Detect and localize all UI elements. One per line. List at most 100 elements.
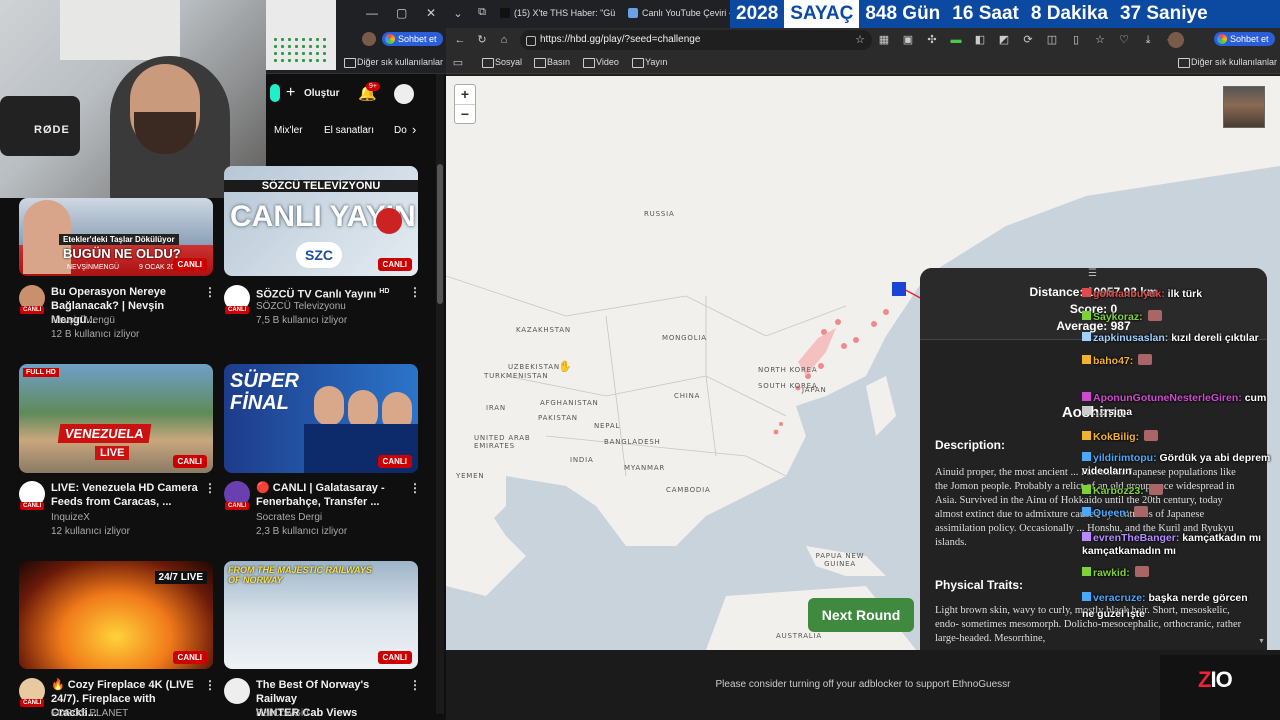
chip-mixes[interactable]: Mix'ler <box>274 125 303 136</box>
result-panel: ☰ Distance: 10057.93 km Score: 0 Average… <box>920 268 1267 650</box>
refresh-icon[interactable]: ↻ <box>476 34 488 46</box>
account-avatar[interactable] <box>394 84 414 104</box>
viewer-count: 2,3 B kullanıcı izliyor <box>256 526 348 537</box>
channel-name[interactable]: RailCowGirl <box>256 707 309 720</box>
drag-handle-icon[interactable]: ☰ <box>1088 268 1097 279</box>
traits-text: Light brown skin, wavy to curly, mostly … <box>935 605 1242 644</box>
countdown-hours: 16 Saat <box>952 3 1019 24</box>
more-vert-icon[interactable]: ⋮ <box>409 678 421 692</box>
video-thumbnail[interactable]: SÜPER FİNAL CANLI <box>224 364 418 473</box>
map-label: MONGOLIA <box>662 334 707 342</box>
downloads-icon[interactable]: ⤓ <box>1142 34 1154 46</box>
home-icon[interactable]: ⌂ <box>498 34 510 46</box>
play-icon <box>376 208 402 234</box>
category-chips: Mix'ler El sanatları Do › <box>266 116 436 146</box>
channel-name[interactable]: Nevşin Mengü <box>51 314 115 328</box>
more-vert-icon[interactable]: ⋮ <box>409 285 421 299</box>
avatar[interactable]: CANLI <box>19 481 45 510</box>
channel-name[interactable]: Socrates Dergi <box>256 511 322 525</box>
star-icon[interactable]: ☆ <box>854 34 866 46</box>
video-thumbnail[interactable]: SÖZCÜ TELEVİZYONU CANLI YAYIN SZC CANLI <box>224 166 418 276</box>
profile-avatar[interactable] <box>1168 32 1184 48</box>
create-button[interactable]: Oluştur <box>304 88 340 99</box>
bookmark-yayin[interactable]: Yayın <box>632 57 667 68</box>
live-badge: CANLI <box>172 258 207 271</box>
map-label: BANGLADESH <box>604 438 661 446</box>
tab-strip: ⌄ ⧉ (15) X'te THS Haber: "Gü Canlı YouTu… <box>446 0 1280 28</box>
minimize-button[interactable]: — <box>366 6 378 20</box>
countdown-overlay: 2028 SAYAÇ 848 Gün 16 Saat 8 Dakika 37 S… <box>730 0 1280 28</box>
extension-icon[interactable]: ◧ <box>974 34 986 46</box>
bookmark-other-favorites[interactable]: Diğer sık kullanılanlar <box>1178 57 1277 68</box>
bookmark-other-favorites[interactable]: Diğer sık kullanılanlar <box>344 57 443 68</box>
yt-header: + Oluştur 🔔 9+ <box>266 74 436 114</box>
more-vert-icon[interactable]: ⋮ <box>204 678 216 692</box>
ethnic-group-name: Aoshima <box>1061 404 1126 421</box>
bookmark-basin[interactable]: Basın <box>534 57 570 68</box>
video-thumbnail[interactable]: Etekler'deki Taşlar Dökülüyor BUGÜN NE O… <box>19 198 213 276</box>
favorites-icon[interactable]: ☆ <box>1094 34 1106 46</box>
scroll-down-icon[interactable]: ▼ <box>1258 638 1265 645</box>
next-round-button[interactable]: Next Round <box>808 598 914 632</box>
extension-icon[interactable]: ▬ <box>950 34 962 46</box>
extension-icon[interactable]: ▣ <box>902 34 914 46</box>
channel-name[interactable]: SÖZCÜ Televizyonu <box>256 300 346 314</box>
more-vert-icon[interactable]: ⋮ <box>204 285 216 299</box>
live-badge: CANLI <box>377 651 412 664</box>
countdown-year: 2028 <box>736 3 779 24</box>
copilot-chat-chip[interactable]: Sohbet et <box>382 32 443 46</box>
extension-icon[interactable]: ▦ <box>878 34 890 46</box>
tab-youtube-translate[interactable]: Canlı YouTube Çeviri - A <box>624 4 730 24</box>
map-label: RUSSIA <box>644 210 675 218</box>
avatar[interactable]: CANLI <box>224 481 250 510</box>
video-thumbnail[interactable]: FROM THE MAJESTIC RAILWAYS OF NORWAY CAN… <box>224 561 418 669</box>
tab-x[interactable]: (15) X'te THS Haber: "Gü <box>496 4 616 24</box>
avatar[interactable]: CANLI <box>224 285 250 314</box>
score-text: Score: 0 <box>1069 302 1118 316</box>
map-label: KAZAKHSTAN <box>516 326 571 334</box>
video-title[interactable]: LIVE: Venezuela HD Camera Feeds from Cara… <box>51 481 201 509</box>
back-icon[interactable]: ← <box>454 34 466 46</box>
chevron-down-icon[interactable]: ⌄ <box>452 8 464 20</box>
url-input[interactable]: https://hbd.gg/play/?seed=challenge <box>520 30 872 50</box>
close-button[interactable]: ✕ <box>426 6 436 20</box>
collections-icon[interactable]: ♡ <box>1118 34 1130 46</box>
video-thumbnail[interactable]: 24/7 LIVE CANLI <box>19 561 213 669</box>
reading-list-icon[interactable]: ▭ <box>452 57 464 69</box>
chip-more[interactable]: Do <box>394 125 407 136</box>
split-screen-icon[interactable]: ◫ <box>1046 34 1058 46</box>
zoom-in-button[interactable]: + <box>455 85 475 104</box>
scrollbar[interactable] <box>436 74 444 714</box>
chevron-right-icon[interactable]: › <box>412 122 416 137</box>
channel-name[interactable]: InquizeX <box>51 511 90 525</box>
avatar[interactable]: CANLI <box>19 678 45 707</box>
maximize-button[interactable]: ▢ <box>396 6 407 20</box>
channel-name[interactable]: FOROS PLANET <box>51 707 128 720</box>
more-vert-icon[interactable]: ⋮ <box>409 481 421 495</box>
avatar[interactable] <box>224 678 250 704</box>
copilot-chat-chip[interactable]: Sohbet et <box>1214 32 1275 46</box>
extension-icon[interactable]: ◩ <box>998 34 1010 46</box>
sidebar-icon[interactable]: ▯ <box>1070 34 1082 46</box>
countdown-days: 848 Gün <box>865 3 941 24</box>
more-vert-icon[interactable]: ⋮ <box>204 481 216 495</box>
chip-crafts[interactable]: El sanatları <box>324 125 374 136</box>
subject-portrait[interactable] <box>1223 86 1265 128</box>
bookmark-sosyal[interactable]: Sosyal <box>482 57 522 68</box>
tab-actions-icon[interactable]: ⧉ <box>476 6 488 18</box>
bookmark-video[interactable]: Video <box>583 57 619 68</box>
description-text: Ainuid proper, the most ancient ... Pale… <box>935 467 1236 548</box>
search-icon[interactable] <box>270 84 280 102</box>
map-label: CAMBODIA <box>666 486 711 494</box>
profile-avatar[interactable] <box>362 32 376 46</box>
extension-icon[interactable]: ⟳ <box>1022 34 1034 46</box>
extension-icon[interactable]: ✣ <box>926 34 938 46</box>
zoom-out-button[interactable]: − <box>455 104 475 123</box>
video-title[interactable]: 🔴 CANLI | Galatasaray - Fenerbahçe, Trans… <box>256 481 406 509</box>
video-thumbnail[interactable]: FULL HD VENEZUELA LIVE CANLI <box>19 364 213 473</box>
avatar[interactable]: CANLI <box>19 285 45 314</box>
map-label: PAPUA NEW GUINEA <box>815 552 865 568</box>
map-label: AFGHANISTAN <box>540 399 599 407</box>
address-bar-row: ← ↻ ⌂ https://hbd.gg/play/?seed=challeng… <box>446 28 1280 52</box>
map-label: YEMEN <box>456 472 485 480</box>
